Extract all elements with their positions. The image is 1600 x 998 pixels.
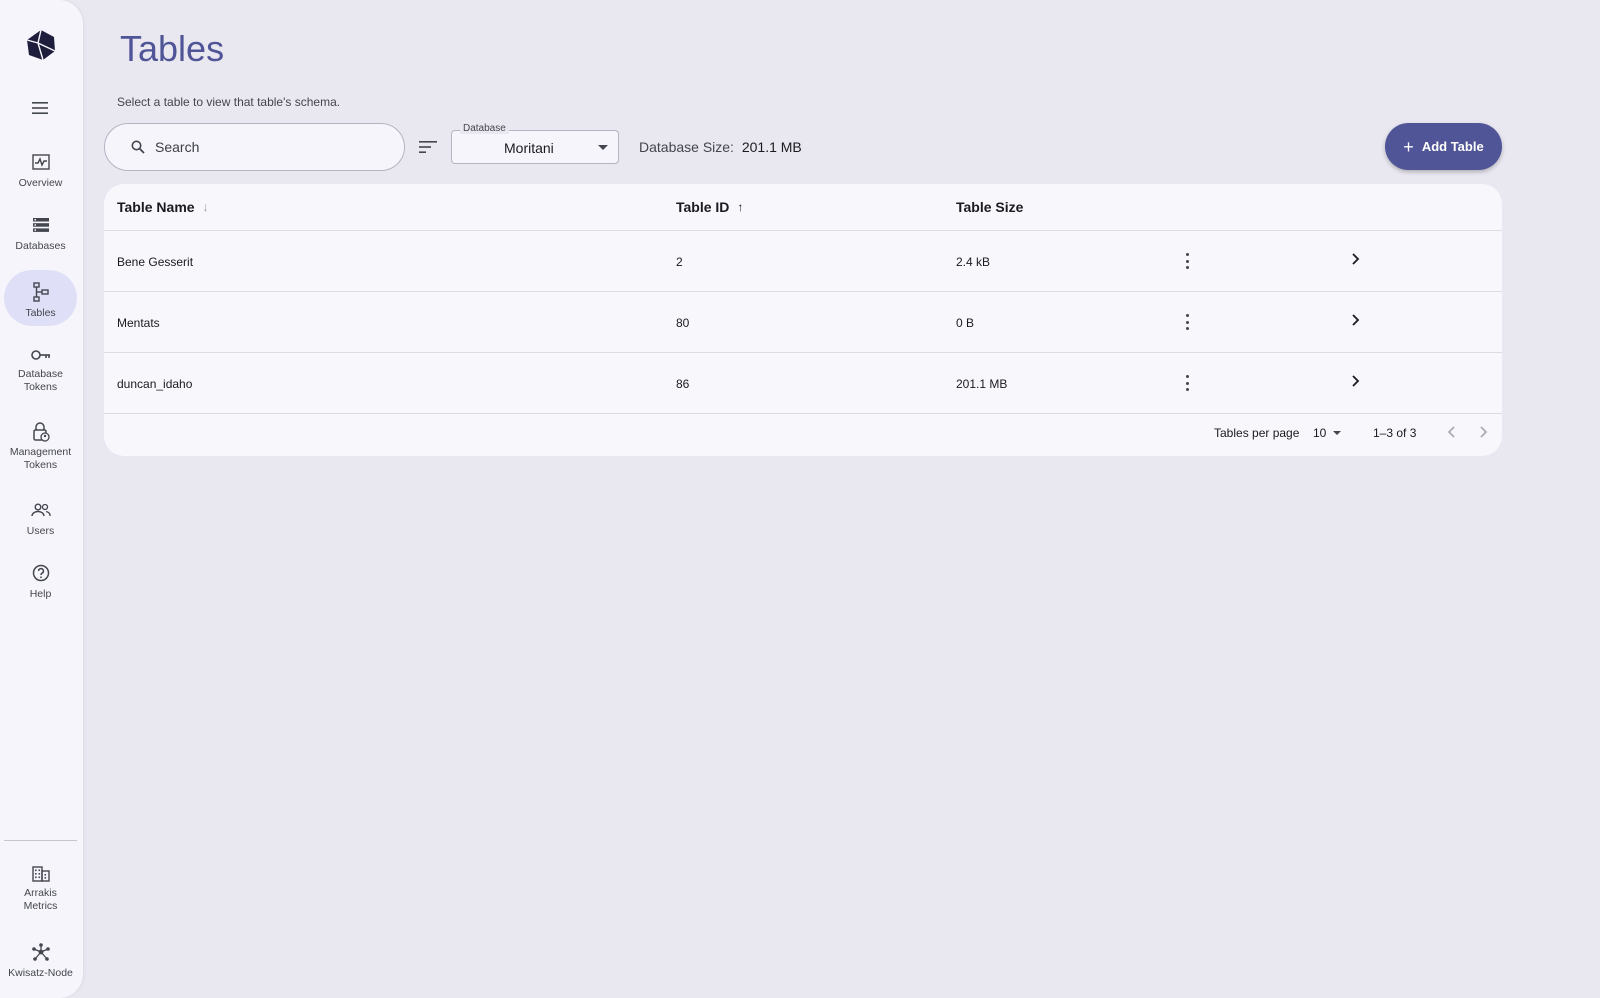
table-name-cell: duncan_idaho (117, 377, 193, 391)
page-title: Tables (120, 28, 225, 69)
sidebar-item-overview[interactable]: Overview (4, 150, 77, 192)
add-table-button[interactable]: + Add Table (1385, 123, 1502, 170)
sidebar-item-arrakis-metrics[interactable]: Arrakis Metrics (4, 863, 77, 913)
sidebar-item-label: Help (29, 588, 52, 600)
chevron-down-icon (1333, 431, 1342, 435)
table-size-cell: 201.1 MB (956, 377, 1008, 391)
sidebar-item-management-tokens[interactable]: Management Tokens (4, 420, 77, 472)
sidebar-item-databases[interactable]: Databases (4, 213, 77, 255)
more-vert-icon[interactable] (1178, 373, 1196, 393)
table-pagination: Tables per page 10 1–3 of 3 (104, 410, 1502, 456)
column-header-label: Table Size (956, 199, 1024, 215)
table-header: Table Name ↓ Table ID ↑ Table Size (104, 184, 1502, 231)
table-size-cell: 2.4 kB (956, 255, 991, 269)
table-name-cell: Bene Gesserit (117, 255, 194, 269)
rows-per-page-select[interactable]: 10 (1313, 426, 1342, 440)
help-circle-icon (29, 561, 53, 585)
table-id-cell: 2 (676, 255, 683, 269)
filter-list-icon[interactable] (416, 135, 440, 159)
building-icon (29, 863, 53, 884)
table-row[interactable]: Bene Gesserit 2 2.4 kB (104, 231, 1502, 292)
sidebar-item-label: Kwisatz-Node (8, 967, 73, 979)
database-size: Database Size: 201.1 MB (639, 139, 802, 155)
table-name-cell: Mentats (117, 316, 160, 330)
sidebar-item-label: Management Tokens (9, 446, 72, 471)
rows-per-page-label: Tables per page (1214, 426, 1300, 440)
search-placeholder: Search (155, 139, 200, 155)
database-size-label: Database Size: (639, 139, 734, 155)
sidebar-item-tables[interactable]: Tables (4, 270, 77, 326)
sidebar-item-label: Database Tokens (18, 368, 63, 393)
tables-table: Table Name ↓ Table ID ↑ Table Size Bene … (104, 184, 1502, 456)
sidebar-item-label: Databases (15, 240, 66, 252)
pagination-range: 1–3 of 3 (1373, 426, 1417, 440)
chevron-right-icon[interactable] (1347, 251, 1363, 267)
add-table-label: Add Table (1421, 139, 1484, 154)
more-vert-icon[interactable] (1178, 312, 1196, 332)
database-list-icon (29, 213, 53, 237)
sidebar-item-label: Users (26, 525, 55, 537)
sidebar-item-help[interactable]: Help (4, 561, 77, 603)
database-select-label: Database (460, 123, 509, 134)
database-select-value: Moritani (504, 140, 554, 156)
activity-chart-icon (29, 150, 53, 174)
table-row[interactable]: Mentats 80 0 B (104, 292, 1502, 353)
chevron-left-icon[interactable] (1443, 423, 1461, 441)
table-row[interactable]: duncan_idaho 86 201.1 MB (104, 353, 1502, 414)
chevron-right-icon[interactable] (1347, 373, 1363, 389)
lock-person-icon (29, 420, 53, 443)
column-header-table-id[interactable]: Table ID ↑ (676, 199, 743, 215)
sidebar-item-kwisatz-node[interactable]: Kwisatz-Node (4, 940, 77, 980)
sidebar-divider (4, 840, 77, 841)
search-icon (131, 140, 145, 154)
key-icon (29, 344, 53, 365)
page-subtitle: Select a table to view that table's sche… (117, 95, 341, 109)
sidebar-item-users[interactable]: Users (4, 498, 77, 540)
rows-per-page-value: 10 (1313, 426, 1327, 440)
sidebar-item-database-tokens[interactable]: Database Tokens (4, 344, 77, 394)
chevron-down-icon (598, 145, 608, 150)
sort-arrow-down-icon: ↓ (202, 200, 209, 214)
more-vert-icon[interactable] (1178, 251, 1196, 271)
table-size-cell: 0 B (956, 316, 975, 330)
sidebar-item-label: Tables (25, 307, 56, 319)
group-icon (29, 498, 53, 522)
plus-icon: + (1403, 136, 1414, 157)
column-header-table-name[interactable]: Table Name ↓ (117, 199, 209, 215)
sort-arrow-up-icon: ↑ (737, 200, 744, 214)
sidebar-item-label: Overview (18, 177, 63, 189)
schema-tree-icon (29, 280, 53, 304)
sidebar-item-label: Arrakis Metrics (23, 887, 58, 912)
search-input[interactable]: Search (104, 123, 405, 171)
table-id-cell: 80 (676, 316, 690, 330)
database-select[interactable]: Database Moritani (451, 123, 619, 164)
hamburger-menu-icon[interactable] (28, 96, 52, 120)
hexagon-logo-icon[interactable] (24, 28, 58, 62)
column-header-label: Table ID (676, 199, 730, 215)
column-header-label: Table Name (117, 199, 195, 215)
chevron-right-icon[interactable] (1347, 312, 1363, 328)
database-size-value: 201.1 MB (741, 139, 802, 155)
sidebar: Overview Databases Tables Database Token… (0, 0, 83, 998)
table-id-cell: 86 (676, 377, 690, 391)
chevron-right-icon[interactable] (1474, 423, 1492, 441)
column-header-table-size[interactable]: Table Size (956, 199, 1023, 215)
network-nodes-icon (29, 940, 53, 964)
